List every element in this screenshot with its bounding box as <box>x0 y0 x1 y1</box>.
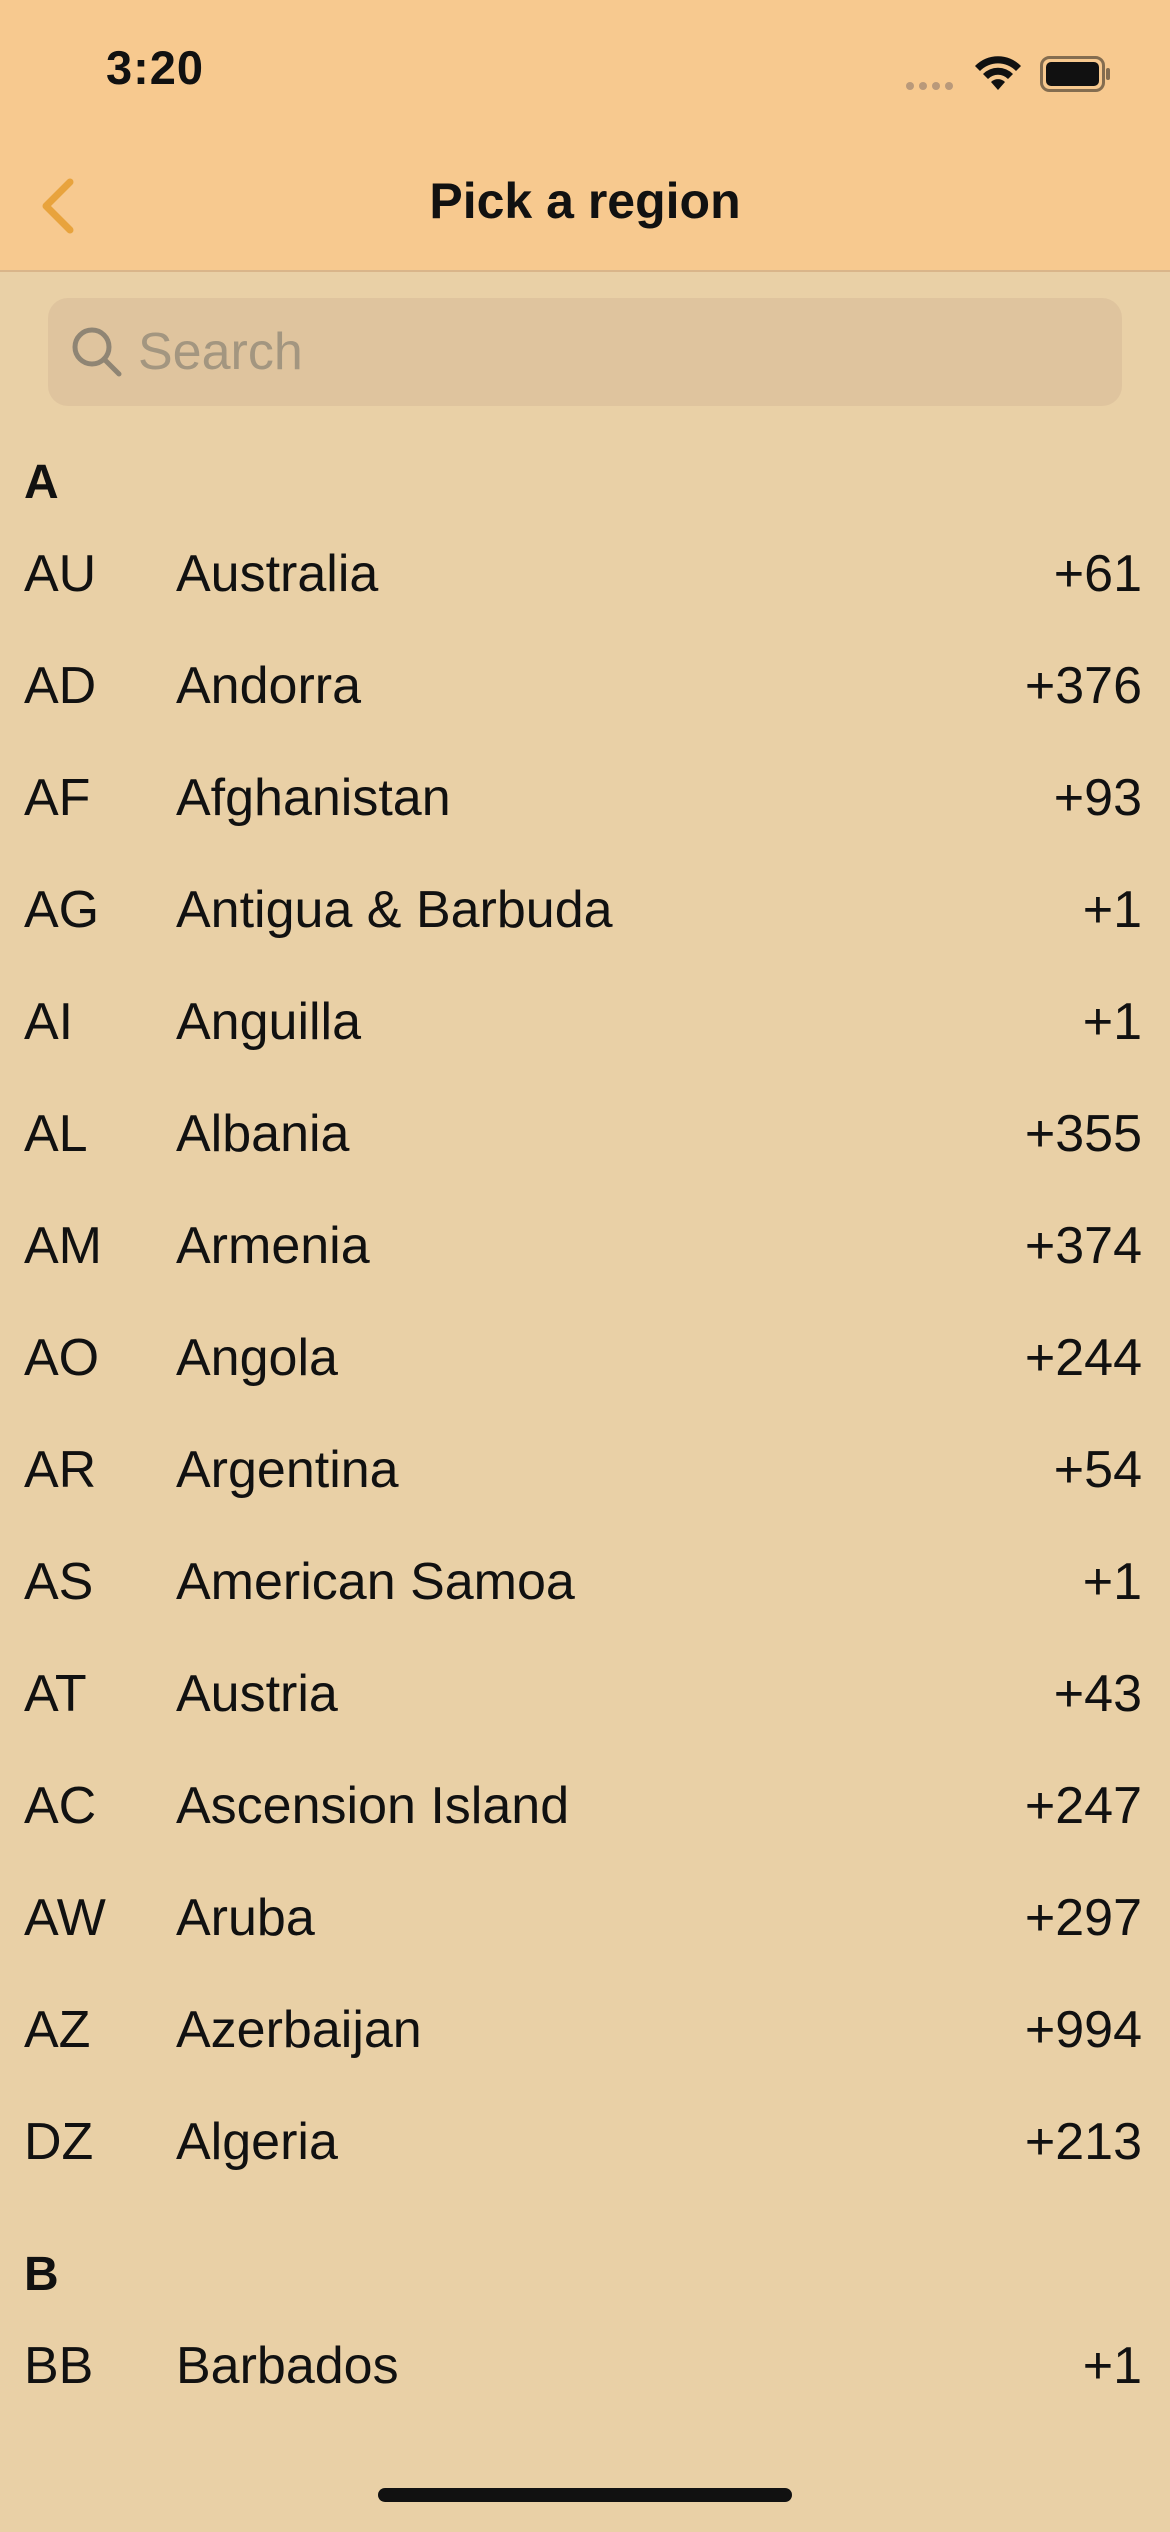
navigation-header: 3:20 Pick a region <box>0 0 1170 272</box>
region-list[interactable]: A AU Australia +61 AD Andorra +376 AF Afghanista… <box>0 406 1170 2416</box>
battery-icon <box>1040 56 1110 92</box>
region-row[interactable]: AU Australia +61 <box>0 518 1170 630</box>
region-name: Antigua & Barbuda <box>176 881 613 939</box>
dial-code: +355 <box>1024 1105 1142 1163</box>
region-row[interactable]: AI Anguilla +1 <box>0 966 1170 1078</box>
region-name: Anguilla <box>176 993 362 1051</box>
section-letter: B <box>24 2248 59 2301</box>
region-row[interactable]: AD Andorra +376 <box>0 630 1170 742</box>
region-name: Barbados <box>176 2337 399 2395</box>
region-code: AZ <box>24 2001 91 2059</box>
dial-code: +1 <box>1082 881 1142 939</box>
region-code: AD <box>24 657 97 715</box>
section-header: A <box>0 406 1170 518</box>
region-name: Aruba <box>176 1889 315 1947</box>
region-code: AL <box>24 1105 88 1163</box>
region-name: American Samoa <box>176 1553 575 1611</box>
region-code: BB <box>24 2337 94 2395</box>
region-name: Angola <box>176 1329 338 1387</box>
dial-code: +54 <box>1053 1441 1142 1499</box>
page-title: Pick a region <box>429 173 741 229</box>
region-name: Algeria <box>176 2113 338 2171</box>
dial-code: +994 <box>1024 2001 1142 2059</box>
home-indicator <box>378 2488 792 2502</box>
region-code: AC <box>24 1777 97 1835</box>
region-name: Azerbaijan <box>176 2001 422 2059</box>
region-row[interactable]: AO Angola +244 <box>0 1302 1170 1414</box>
region-code: AS <box>24 1553 94 1611</box>
dial-code: +297 <box>1024 1889 1142 1947</box>
dial-code: +1 <box>1082 1553 1142 1611</box>
region-code: AR <box>24 1441 97 1499</box>
region-code: AW <box>24 1889 106 1947</box>
status-time: 3:20 <box>106 41 205 94</box>
region-row[interactable]: AS American Samoa +1 <box>0 1526 1170 1638</box>
search-input[interactable] <box>138 312 1098 392</box>
region-name: Argentina <box>176 1441 399 1499</box>
region-code: AM <box>24 1217 102 1275</box>
region-name: Andorra <box>176 657 361 715</box>
region-code: AT <box>24 1665 87 1723</box>
section-letter: A <box>24 456 59 509</box>
dial-code: +376 <box>1024 657 1142 715</box>
region-row[interactable]: AL Albania +355 <box>0 1078 1170 1190</box>
region-code: AI <box>24 993 74 1051</box>
region-row[interactable]: AR Argentina +54 <box>0 1414 1170 1526</box>
wifi-icon <box>975 56 1021 90</box>
dial-code: +61 <box>1053 545 1142 603</box>
region-row[interactable]: AM Armenia +374 <box>0 1190 1170 1302</box>
region-row[interactable]: AG Antigua & Barbuda +1 <box>0 854 1170 966</box>
dial-code: +93 <box>1053 769 1142 827</box>
region-code: AF <box>24 769 91 827</box>
region-row[interactable]: AZ Azerbaijan +994 <box>0 1974 1170 2086</box>
region-row[interactable]: AF Afghanistan +93 <box>0 742 1170 854</box>
section-header: B <box>0 2198 1170 2310</box>
region-name: Armenia <box>176 1217 370 1275</box>
dial-code: +1 <box>1082 2337 1142 2395</box>
region-code: AG <box>24 881 100 939</box>
region-code: AU <box>24 545 97 603</box>
region-row[interactable]: AT Austria +43 <box>0 1638 1170 1750</box>
dial-code: +247 <box>1024 1777 1142 1835</box>
region-code: DZ <box>24 2113 94 2171</box>
region-row[interactable]: DZ Algeria +213 <box>0 2086 1170 2198</box>
region-name: Austria <box>176 1665 338 1723</box>
region-name: Albania <box>176 1105 350 1163</box>
dial-code: +43 <box>1053 1665 1142 1723</box>
search-icon <box>72 327 122 377</box>
dial-code: +374 <box>1024 1217 1142 1275</box>
search-bar[interactable] <box>48 298 1122 406</box>
region-code: AO <box>24 1329 100 1387</box>
cellular-signal-icon <box>906 82 953 90</box>
region-row[interactable]: AC Ascension Island +247 <box>0 1750 1170 1862</box>
region-name: Ascension Island <box>176 1777 570 1835</box>
region-name: Afghanistan <box>176 769 451 827</box>
dial-code: +244 <box>1024 1329 1142 1387</box>
region-name: Australia <box>176 545 379 603</box>
dial-code: +1 <box>1082 993 1142 1051</box>
region-row[interactable]: AW Aruba +297 <box>0 1862 1170 1974</box>
region-row[interactable]: BB Barbados +1 <box>0 2310 1170 2416</box>
dial-code: +213 <box>1024 2113 1142 2171</box>
